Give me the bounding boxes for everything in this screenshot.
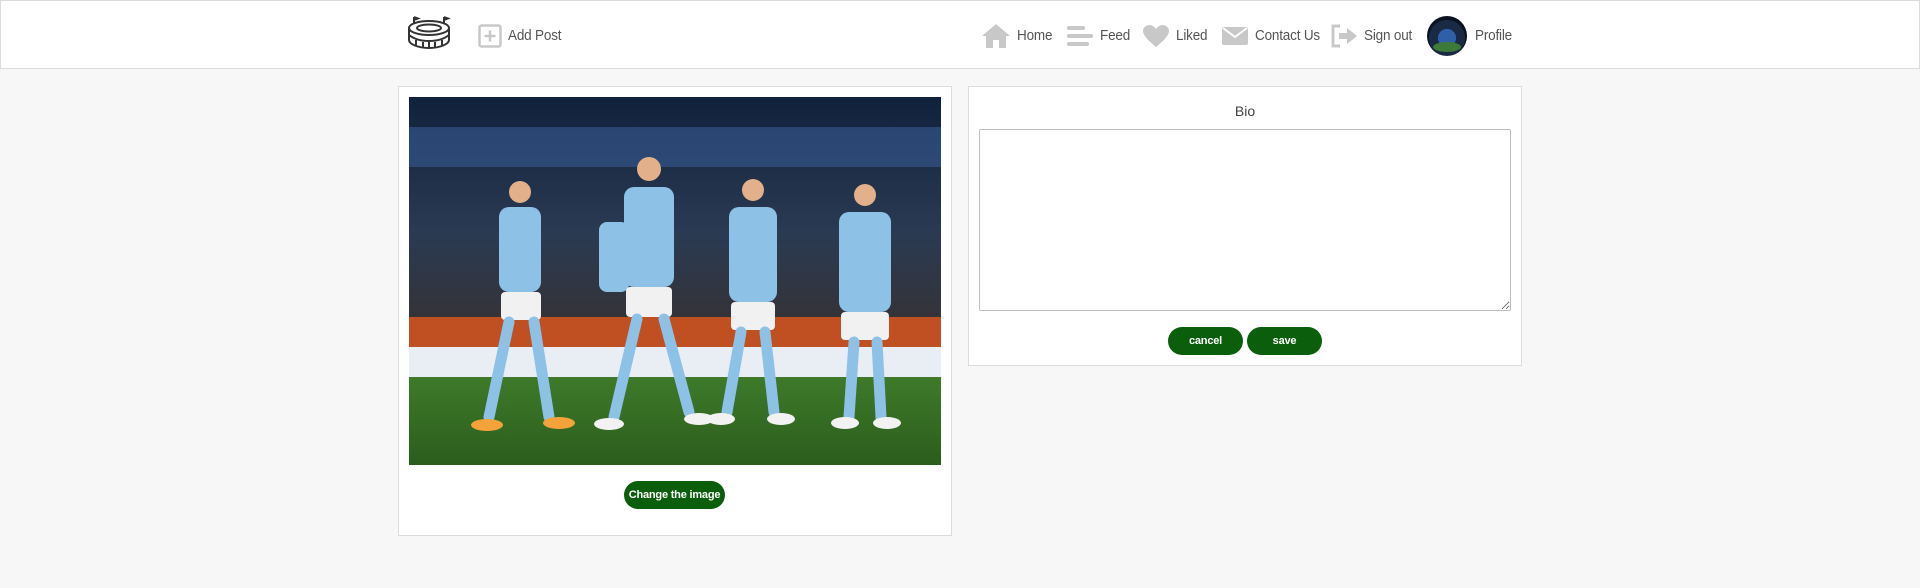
- bars-icon: [1067, 25, 1093, 46]
- sign-out-icon: [1331, 24, 1357, 47]
- nav-home[interactable]: Home: [981, 1, 1056, 70]
- nav-home-label: Home: [1017, 27, 1053, 44]
- heart-icon: [1143, 24, 1169, 47]
- nav-profile[interactable]: Profile: [1427, 1, 1516, 70]
- add-post-link[interactable]: Add Post: [478, 1, 567, 70]
- nav-liked-label: Liked: [1176, 27, 1208, 44]
- profile-image-card: Change the image: [398, 86, 952, 536]
- nav-sign-out[interactable]: Sign out: [1330, 1, 1417, 70]
- nav-contact-us[interactable]: Contact Us: [1221, 1, 1327, 70]
- nav-feed[interactable]: Feed: [1066, 1, 1133, 70]
- home-icon: [982, 23, 1010, 48]
- nav-liked[interactable]: Liked: [1142, 1, 1211, 70]
- nav-sign-out-label: Sign out: [1364, 27, 1413, 44]
- plus-square-icon: [478, 23, 502, 48]
- add-post-label: Add Post: [508, 27, 562, 44]
- top-navbar: Add Post Home Feed Liked Contact Us Sign…: [0, 0, 1920, 69]
- nav-profile-label: Profile: [1475, 27, 1513, 44]
- nav-contact-label: Contact Us: [1255, 27, 1320, 44]
- change-image-button[interactable]: Change the image: [624, 481, 725, 509]
- profile-photo: [409, 97, 941, 465]
- save-button[interactable]: save: [1247, 327, 1322, 355]
- cancel-button[interactable]: cancel: [1168, 327, 1243, 355]
- bio-title: Bio: [1234, 103, 1256, 119]
- bio-card: Bio cancel save: [968, 86, 1522, 366]
- profile-avatar: [1427, 15, 1467, 56]
- nav-feed-label: Feed: [1100, 27, 1131, 44]
- bio-textarea[interactable]: [979, 129, 1511, 311]
- envelope-icon: [1222, 26, 1248, 45]
- stadium-logo-icon[interactable]: [406, 14, 452, 54]
